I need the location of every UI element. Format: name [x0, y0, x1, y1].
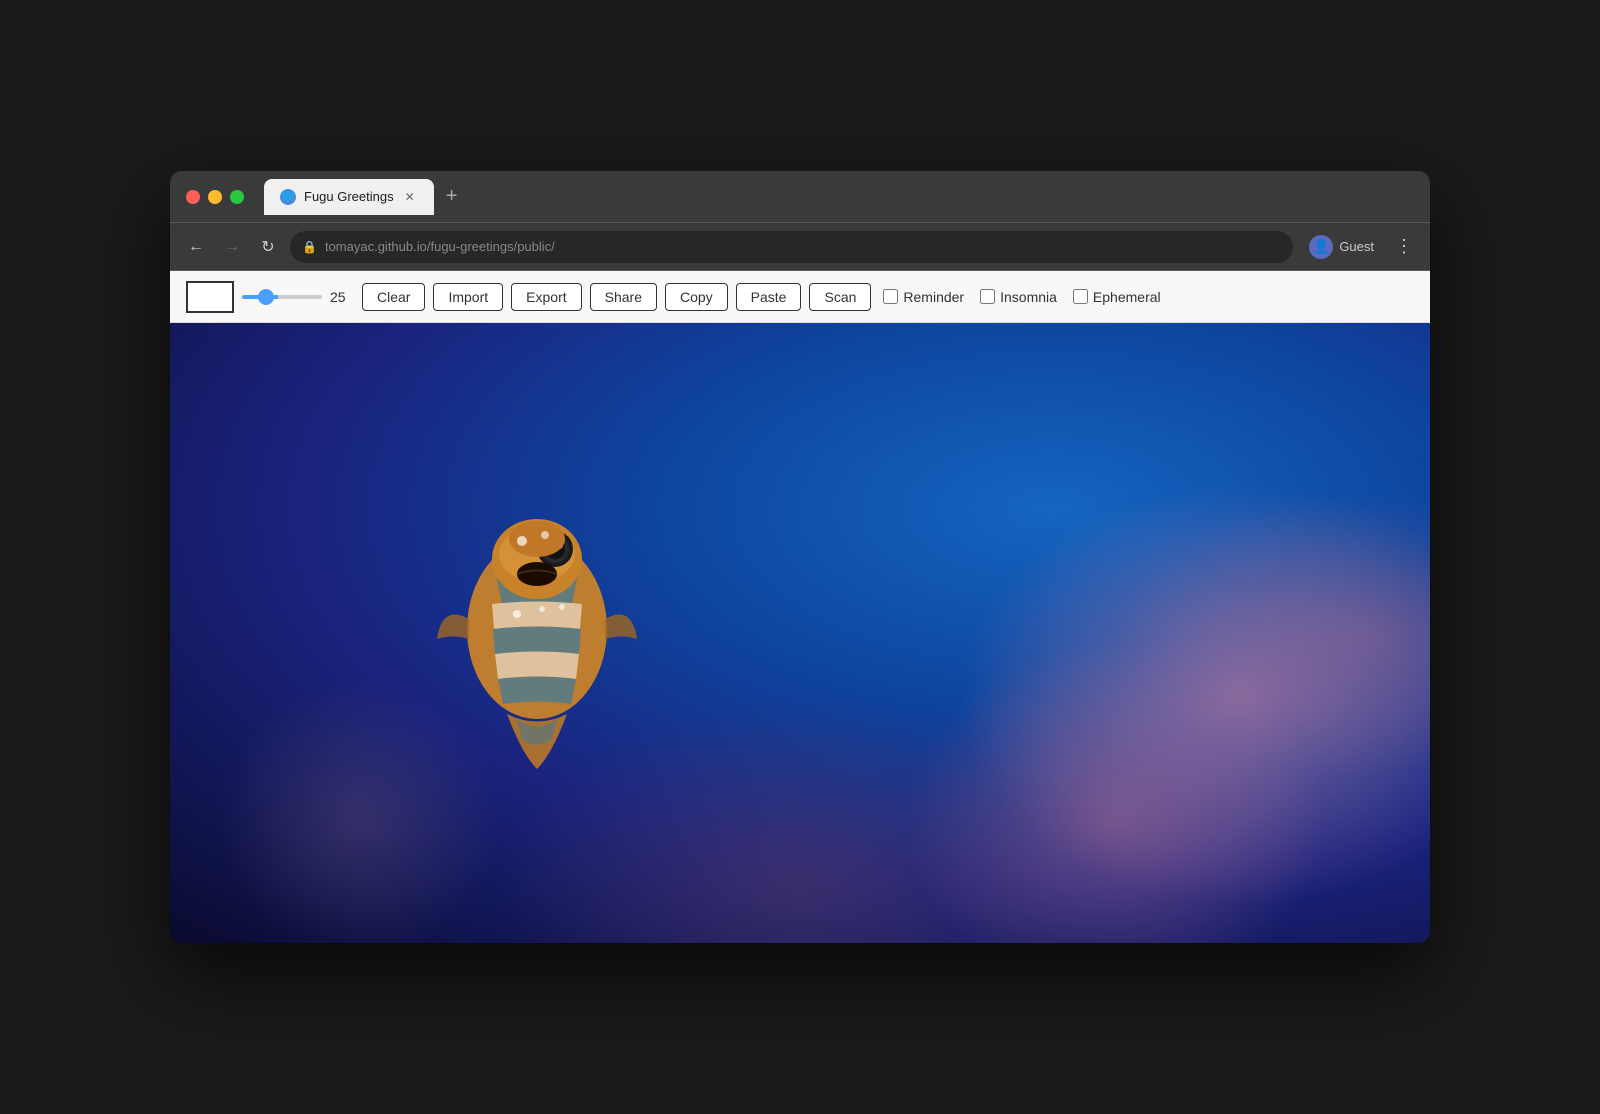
ephemeral-checkbox[interactable]	[1073, 289, 1088, 304]
forward-button[interactable]: →	[218, 233, 246, 261]
insomnia-label: Insomnia	[1000, 289, 1057, 305]
canvas-area[interactable]	[170, 323, 1430, 943]
reload-icon: ↻	[261, 237, 274, 257]
browser-window: 🌐 Fugu Greetings ✕ + ← → ↻ 🔒 tomayac.git…	[170, 171, 1430, 943]
color-swatch[interactable]	[186, 281, 234, 313]
new-tab-icon: +	[446, 185, 458, 208]
nav-bar: ← → ↻ 🔒 tomayac.github.io/fugu-greetings…	[170, 223, 1430, 271]
ephemeral-checkbox-label[interactable]: Ephemeral	[1073, 289, 1161, 305]
reminder-checkbox-label[interactable]: Reminder	[883, 289, 964, 305]
export-button[interactable]: Export	[511, 283, 581, 311]
address-bar[interactable]: 🔒 tomayac.github.io/fugu-greetings/publi…	[290, 231, 1293, 263]
profile-button[interactable]: 👤 Guest	[1301, 231, 1382, 263]
checkbox-group: Reminder Insomnia Ephemeral	[883, 289, 1160, 305]
title-bar: 🌐 Fugu Greetings ✕ +	[170, 171, 1430, 223]
brush-size-slider[interactable]	[242, 295, 322, 299]
back-button[interactable]: ←	[182, 233, 210, 261]
slider-value: 25	[330, 289, 354, 305]
reminder-label: Reminder	[903, 289, 964, 305]
profile-icon: 👤	[1309, 235, 1333, 259]
insomnia-checkbox-label[interactable]: Insomnia	[980, 289, 1057, 305]
address-domain: tomayac.github.io	[325, 239, 427, 254]
clear-button[interactable]: Clear	[362, 283, 425, 311]
tab-favicon: 🌐	[280, 189, 296, 205]
tab-close-button[interactable]: ✕	[402, 189, 418, 205]
traffic-lights	[186, 190, 244, 204]
import-button[interactable]: Import	[433, 283, 503, 311]
forward-icon: →	[224, 238, 240, 256]
fish-illustration	[397, 459, 677, 839]
insomnia-checkbox[interactable]	[980, 289, 995, 304]
maximize-window-button[interactable]	[230, 190, 244, 204]
reload-button[interactable]: ↻	[254, 233, 282, 261]
copy-button[interactable]: Copy	[665, 283, 728, 311]
close-window-button[interactable]	[186, 190, 200, 204]
back-icon: ←	[188, 238, 204, 256]
new-tab-button[interactable]: +	[438, 183, 466, 211]
ephemeral-label: Ephemeral	[1093, 289, 1161, 305]
paste-button[interactable]: Paste	[736, 283, 802, 311]
slider-container: 25	[242, 289, 354, 305]
menu-icon: ⋮	[1395, 236, 1413, 257]
fish-scene	[170, 323, 1430, 943]
tab-title: Fugu Greetings	[304, 189, 394, 204]
browser-menu-button[interactable]: ⋮	[1390, 233, 1418, 261]
profile-label: Guest	[1339, 239, 1374, 254]
lock-icon: 🔒	[302, 240, 317, 254]
coral-background	[170, 323, 1430, 943]
reminder-checkbox[interactable]	[883, 289, 898, 304]
app-toolbar: 25 Clear Import Export Share Copy Paste …	[170, 271, 1430, 323]
share-button[interactable]: Share	[590, 283, 657, 311]
address-path: /fugu-greetings/public/	[427, 239, 555, 254]
address-text: tomayac.github.io/fugu-greetings/public/	[325, 239, 555, 254]
minimize-window-button[interactable]	[208, 190, 222, 204]
active-tab[interactable]: 🌐 Fugu Greetings ✕	[264, 179, 434, 215]
tab-bar: 🌐 Fugu Greetings ✕ +	[264, 179, 1414, 215]
scan-button[interactable]: Scan	[809, 283, 871, 311]
